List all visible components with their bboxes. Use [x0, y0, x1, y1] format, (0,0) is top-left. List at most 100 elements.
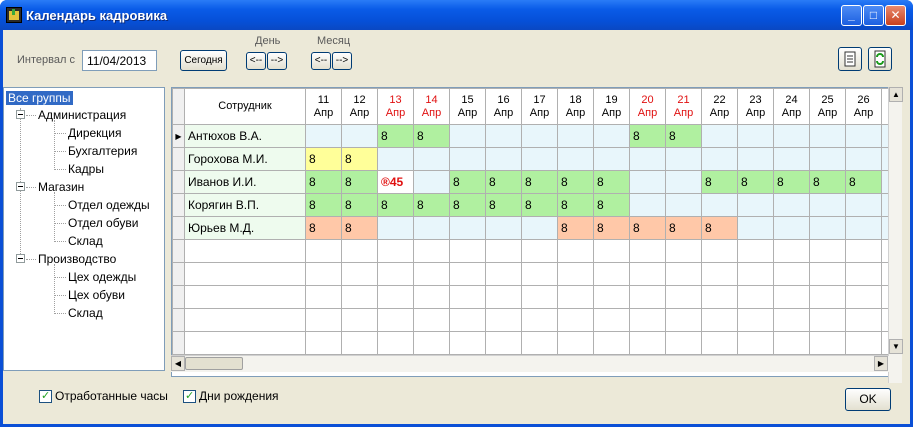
day-cell[interactable]: 8: [341, 147, 378, 171]
day-cell[interactable]: 8: [701, 216, 738, 240]
day-cell[interactable]: [737, 216, 774, 240]
collapse-icon[interactable]: [16, 254, 25, 263]
scroll-down-icon[interactable]: ▼: [889, 339, 903, 354]
day-cell[interactable]: [773, 124, 810, 148]
horizontal-scrollbar[interactable]: ◀ ▶: [171, 355, 889, 372]
column-header-day[interactable]: 18 Апр: [557, 88, 594, 125]
day-cell[interactable]: ®45: [377, 170, 414, 194]
tree-group-production[interactable]: Производство: [38, 252, 116, 266]
tree-item-clothing-shop[interactable]: Цех одежды: [68, 270, 136, 284]
tree-item-clothing-dept[interactable]: Отдел одежды: [68, 198, 150, 212]
birthdays-checkbox[interactable]: Дни рождения: [183, 389, 279, 403]
checkbox-checked-icon[interactable]: [183, 389, 196, 403]
day-cell[interactable]: [773, 193, 810, 217]
employee-name[interactable]: Юрьев М.Д.: [184, 216, 306, 240]
table-row[interactable]: Корягин В.П. 8 8 8 8 8 8 8 8 8: [172, 193, 901, 217]
tree-item-shoe-shop[interactable]: Цех обуви: [68, 288, 125, 302]
tree-item-accounting[interactable]: Бухгалтерия: [68, 144, 137, 158]
title-bar[interactable]: Календарь кадровика _ □ ✕: [0, 0, 913, 30]
column-header-day[interactable]: 20 Апр: [629, 88, 666, 125]
day-cell[interactable]: [845, 193, 882, 217]
tree-item-warehouse-2[interactable]: Склад: [68, 306, 103, 320]
day-cell[interactable]: [809, 193, 846, 217]
column-header-day[interactable]: 17 Апр: [521, 88, 558, 125]
day-cell[interactable]: 8: [665, 216, 702, 240]
tree-item-hr[interactable]: Кадры: [68, 162, 104, 176]
day-cell[interactable]: [845, 216, 882, 240]
day-cell[interactable]: [665, 170, 702, 194]
day-cell[interactable]: [341, 124, 378, 148]
column-header-day[interactable]: 15 Апр: [449, 88, 486, 125]
day-cell[interactable]: [701, 147, 738, 171]
day-cell[interactable]: 8: [377, 193, 414, 217]
day-cell[interactable]: 8: [845, 170, 882, 194]
day-cell[interactable]: [449, 147, 486, 171]
day-cell[interactable]: 8: [449, 170, 486, 194]
day-cell[interactable]: 8: [665, 124, 702, 148]
tree-item-shoe-dept[interactable]: Отдел обуви: [68, 216, 138, 230]
day-cell[interactable]: 8: [809, 170, 846, 194]
day-cell[interactable]: 8: [593, 216, 630, 240]
day-cell[interactable]: 8: [305, 193, 342, 217]
day-cell[interactable]: [485, 124, 522, 148]
column-header-day[interactable]: 21 Апр: [665, 88, 702, 125]
day-cell[interactable]: [485, 147, 522, 171]
column-header-day[interactable]: 13 Апр: [377, 88, 414, 125]
day-cell[interactable]: [485, 216, 522, 240]
ok-button[interactable]: OK: [845, 388, 891, 411]
employee-name[interactable]: Горохова М.И.: [184, 147, 306, 171]
scroll-right-icon[interactable]: ▶: [874, 356, 888, 371]
day-prev-button[interactable]: <--: [246, 52, 266, 70]
column-header-day[interactable]: 11 Апр: [305, 88, 342, 125]
day-cell[interactable]: [557, 147, 594, 171]
day-cell[interactable]: 8: [737, 170, 774, 194]
column-header-day[interactable]: 22 Апр: [701, 88, 738, 125]
day-cell[interactable]: [305, 124, 342, 148]
collapse-icon[interactable]: [16, 182, 25, 191]
table-row[interactable]: ▶ Антюхов В.А. 8 8 8 8: [172, 124, 901, 148]
month-next-button[interactable]: -->: [332, 52, 352, 70]
employee-name[interactable]: Антюхов В.А.: [184, 124, 306, 148]
checkbox-checked-icon[interactable]: [39, 389, 52, 403]
day-cell[interactable]: 8: [485, 193, 522, 217]
group-tree[interactable]: Все группы Администрация Дирекция Бухгал…: [3, 87, 165, 371]
day-cell[interactable]: [629, 147, 666, 171]
day-cell[interactable]: [845, 147, 882, 171]
scroll-thumb[interactable]: [185, 357, 243, 370]
employee-name[interactable]: Иванов И.И.: [184, 170, 306, 194]
day-cell[interactable]: 8: [485, 170, 522, 194]
column-header-day[interactable]: 12 Апр: [341, 88, 378, 125]
day-cell[interactable]: [377, 216, 414, 240]
day-cell[interactable]: 8: [341, 216, 378, 240]
schedule-grid[interactable]: Сотрудник 11 Апр 12 Апр 13 Апр 14 Апр 15 Апр 16 Апр 1…: [171, 87, 902, 377]
day-cell[interactable]: [377, 147, 414, 171]
column-header-day[interactable]: 25 Апр: [809, 88, 846, 125]
month-prev-button[interactable]: <--: [311, 52, 331, 70]
day-cell[interactable]: 8: [557, 170, 594, 194]
day-cell[interactable]: [773, 216, 810, 240]
day-cell[interactable]: 8: [413, 124, 450, 148]
worked-hours-checkbox[interactable]: Отработанные часы: [39, 389, 168, 403]
day-cell[interactable]: 8: [413, 193, 450, 217]
day-cell[interactable]: [737, 147, 774, 171]
day-cell[interactable]: 8: [449, 193, 486, 217]
day-cell[interactable]: 8: [557, 216, 594, 240]
day-cell[interactable]: [629, 193, 666, 217]
day-cell[interactable]: [449, 216, 486, 240]
tree-group-admin[interactable]: Администрация: [38, 108, 126, 122]
day-cell[interactable]: 8: [629, 124, 666, 148]
table-row[interactable]: Юрьев М.Д. 8 8 8 8 8 8 8: [172, 216, 901, 240]
day-cell[interactable]: [665, 147, 702, 171]
day-cell[interactable]: 8: [629, 216, 666, 240]
vertical-scrollbar[interactable]: ▲ ▼: [888, 87, 903, 383]
tree-item-directorate[interactable]: Дирекция: [68, 126, 122, 140]
collapse-icon[interactable]: [16, 110, 25, 119]
day-cell[interactable]: [413, 216, 450, 240]
day-cell[interactable]: 8: [521, 193, 558, 217]
table-row[interactable]: Горохова М.И. 8 8: [172, 147, 901, 171]
day-cell[interactable]: 8: [593, 170, 630, 194]
tree-item-warehouse[interactable]: Склад: [68, 234, 103, 248]
day-cell[interactable]: [701, 124, 738, 148]
day-cell[interactable]: 8: [305, 170, 342, 194]
employee-name[interactable]: Корягин В.П.: [184, 193, 306, 217]
